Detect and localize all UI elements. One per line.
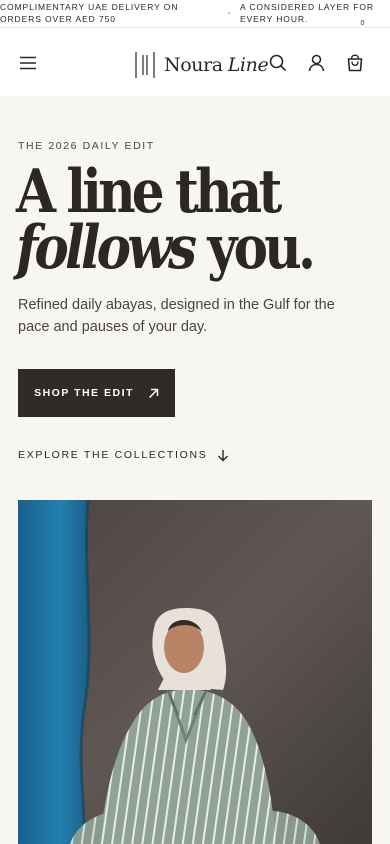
logo-word-line: Line <box>227 54 269 76</box>
hero-subtitle: Refined daily abayas, designed in the Gu… <box>18 297 335 335</box>
announcement-separator <box>228 12 230 14</box>
cart-button[interactable] <box>343 51 367 75</box>
shop-the-edit-label: SHOP THE EDIT <box>34 387 134 399</box>
headline-rest: you. <box>193 213 316 283</box>
announcement-delivery: COMPLIMENTARY UAE DELIVERY ON ORDERS OVE… <box>0 2 179 24</box>
cart-count-badge: 0 <box>358 19 367 28</box>
hero-campaign-image <box>18 500 372 844</box>
announcement-bar: COMPLIMENTARY UAE DELIVERY ON ORDERS OVE… <box>0 0 390 28</box>
menu-button[interactable] <box>16 51 40 75</box>
hero-eyebrow: THE 2026 DAILY EDIT <box>18 140 155 152</box>
hero-section: THE 2026 DAILY EDIT A line that follows … <box>0 96 390 844</box>
headline-italic-word: follows <box>16 213 197 283</box>
logo-word-noura: Noura <box>164 54 223 76</box>
explore-collections-label: EXPLORE THE COLLECTIONS <box>18 449 208 461</box>
site-header: Noura Line 0 <box>0 19 390 96</box>
bag-icon <box>347 54 363 72</box>
arrow-up-right-icon <box>148 388 159 398</box>
account-icon <box>308 54 324 72</box>
explore-collections-link[interactable]: EXPLORE THE COLLECTIONS <box>18 446 229 464</box>
search-button[interactable] <box>266 51 290 75</box>
menu-icon <box>20 56 36 70</box>
headline-line-2: follows you. <box>16 218 334 278</box>
search-icon <box>269 54 287 72</box>
shop-the-edit-button[interactable]: SHOP THE EDIT <box>18 369 175 417</box>
account-button[interactable] <box>304 51 328 75</box>
hero-headline: A line that follows you. <box>16 157 334 278</box>
arrow-down-icon <box>218 449 229 461</box>
logo-mark-icon <box>135 52 155 78</box>
campaign-photo <box>18 500 372 844</box>
brand-logo[interactable]: Noura Line <box>134 50 269 80</box>
headline-line-1: A line that <box>16 157 282 227</box>
